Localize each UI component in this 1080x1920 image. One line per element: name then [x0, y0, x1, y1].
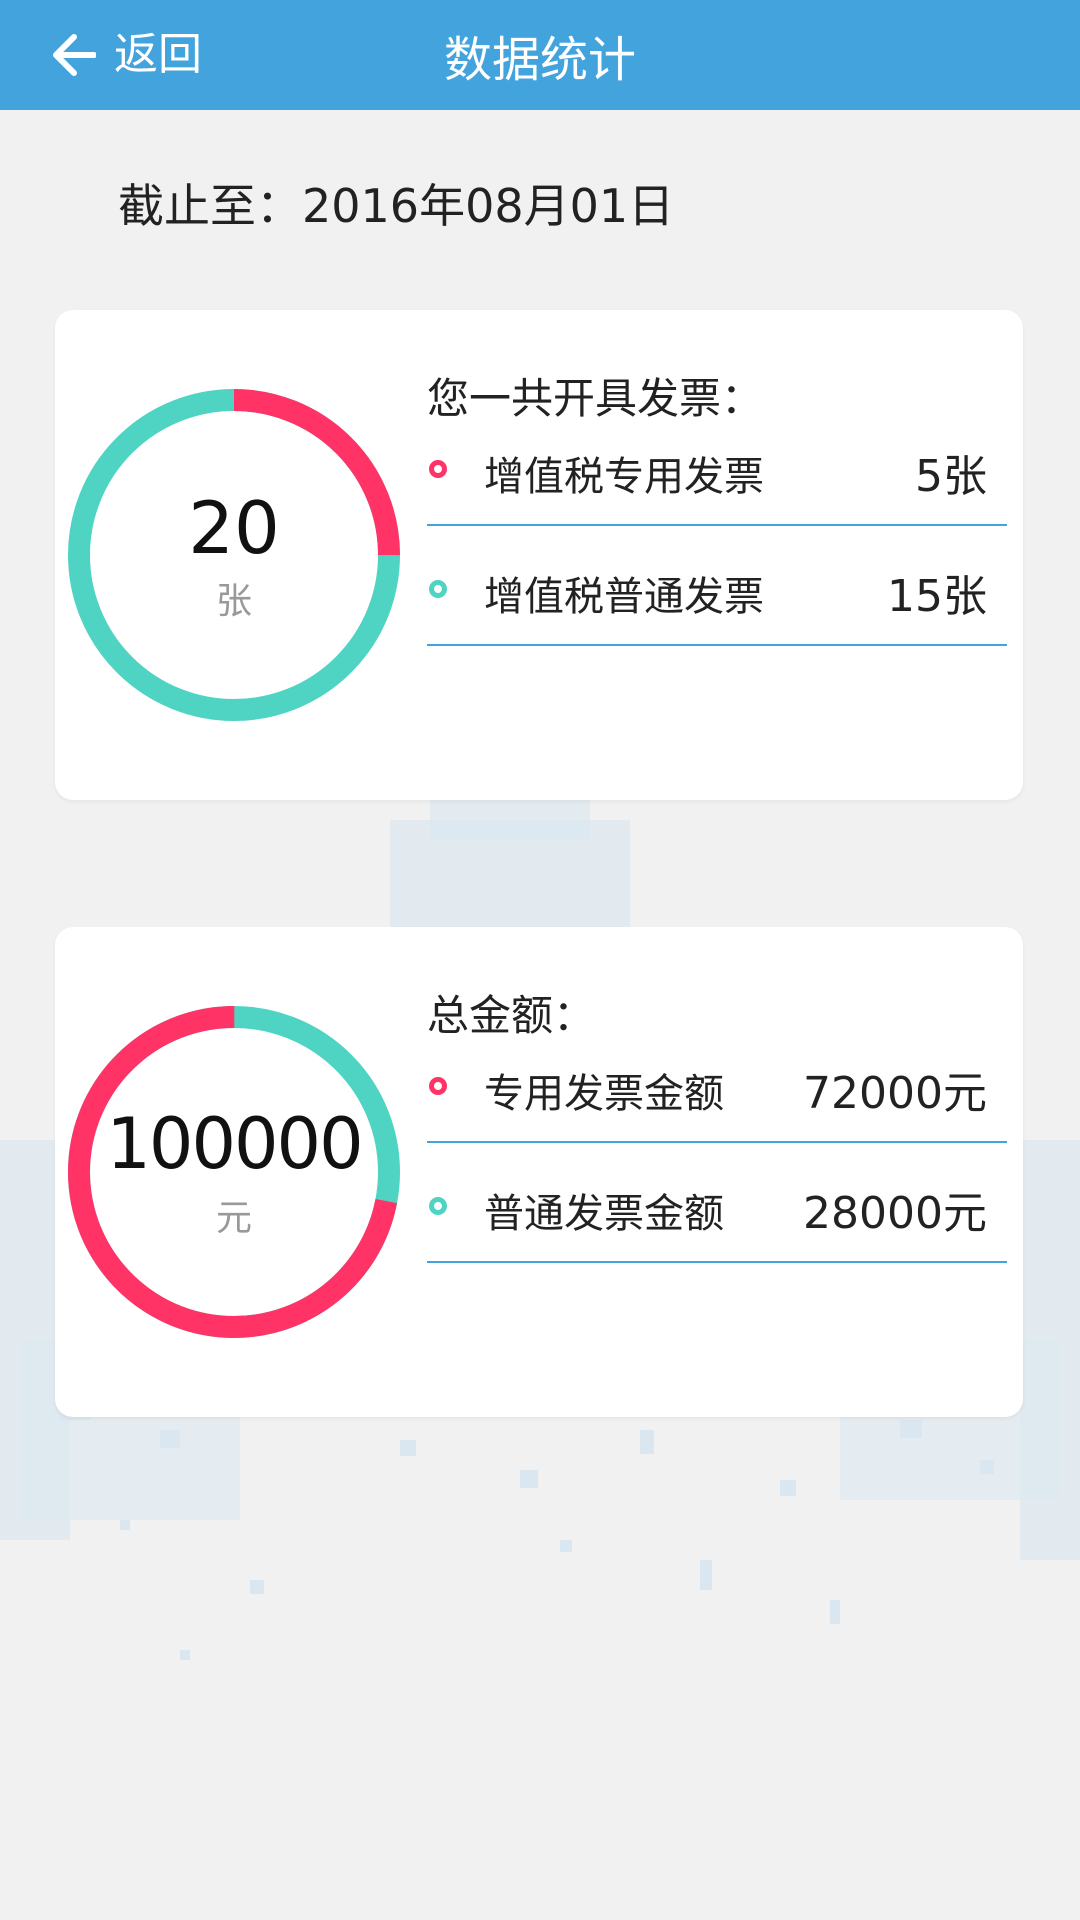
list-item: 专用发票金额 72000元: [427, 1025, 1007, 1143]
teal-dot-icon: [429, 580, 447, 598]
list-item-label: 增值税专用发票: [484, 454, 764, 500]
list-item-value: 5张: [915, 451, 987, 502]
amount-total-unit: 元: [215, 1198, 252, 1239]
list-item-label: 增值税普通发票: [484, 574, 764, 620]
invoice-total-unit: 张: [215, 581, 252, 622]
invoice-total-count: 20: [188, 486, 280, 570]
list-item: 增值税专用发票 5张: [427, 408, 1007, 526]
divider: [427, 1141, 1007, 1143]
red-dot-icon: [429, 460, 447, 478]
page-title: 数据统计: [443, 32, 636, 88]
list-item-value: 28000元: [803, 1188, 987, 1239]
amount-donut-chart: 100000 元: [67, 1005, 401, 1339]
divider: [427, 524, 1007, 526]
divider: [427, 1261, 1007, 1263]
teal-dot-icon: [429, 1197, 447, 1215]
amount-total: 100000: [106, 1103, 363, 1185]
app-header: 返回 数据统计: [0, 0, 1080, 110]
list-item-value: 72000元: [803, 1068, 987, 1119]
list-item: 普通发票金额 28000元: [427, 1145, 1007, 1263]
list-item-label: 普通发票金额: [484, 1191, 724, 1237]
invoice-count-card: 20 张 您一共开具发票： 增值税专用发票 5张 增值税普通发票 15张: [55, 310, 1023, 800]
amount-card: 100000 元 总金额： 专用发票金额 72000元 普通发票金额 28000…: [55, 927, 1023, 1417]
as-of-date: 截止至：2016年08月01日: [118, 179, 675, 233]
list-item: 增值税普通发票 15张: [427, 528, 1007, 646]
list-item-value: 15张: [887, 571, 987, 622]
red-dot-icon: [429, 1077, 447, 1095]
invoice-donut-chart: 20 张: [67, 388, 401, 722]
divider: [427, 644, 1007, 646]
list-item-label: 专用发票金额: [484, 1071, 724, 1117]
